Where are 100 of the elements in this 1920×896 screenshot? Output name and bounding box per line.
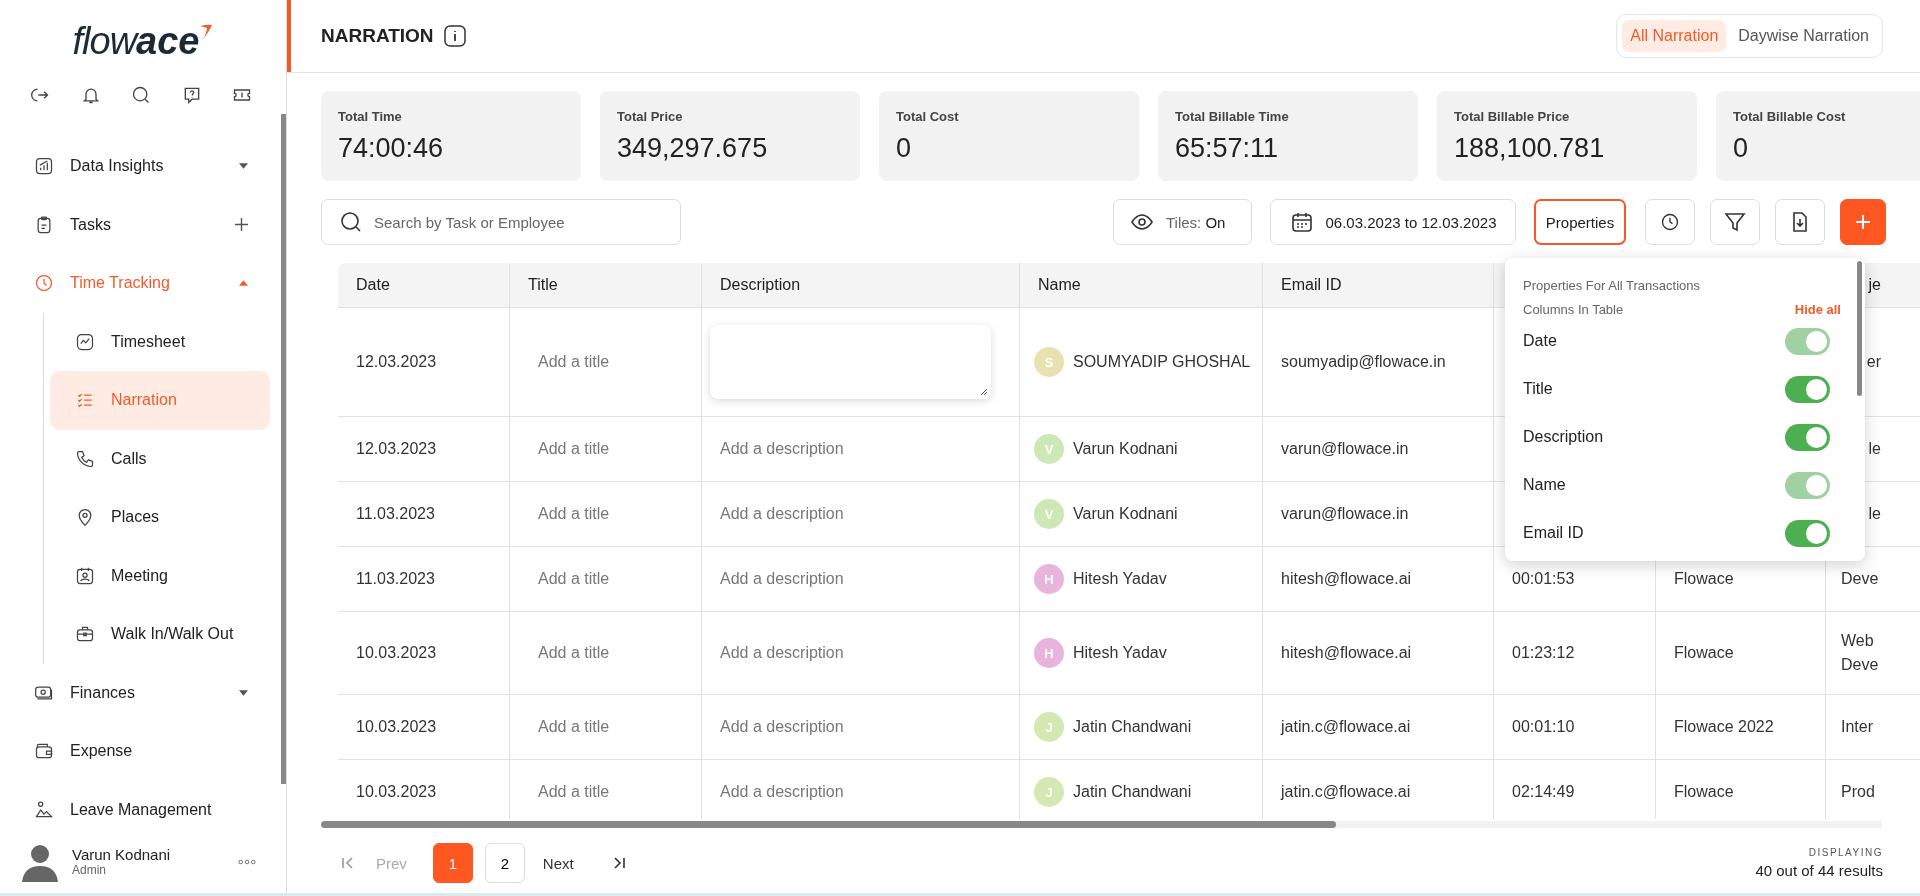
- contact-card-icon: [75, 565, 95, 586]
- toggle-label: Description: [1523, 428, 1604, 446]
- description-field[interactable]: Add a description: [720, 777, 844, 807]
- table-cell: jatin.c@flowace.ai: [1262, 695, 1493, 759]
- employee-name: Jatin Chandwani: [1073, 782, 1192, 802]
- avatar: S: [1034, 347, 1064, 377]
- nav-subitem[interactable]: Walk In/Walk Out: [50, 605, 270, 664]
- avatar: J: [1034, 712, 1064, 742]
- table-cell-text: Inter: [1841, 717, 1873, 737]
- info-icon[interactable]: [443, 25, 466, 47]
- avatar: V: [1034, 434, 1064, 464]
- toggle-switch[interactable]: [1785, 423, 1830, 451]
- table-cell: Flowace 2022: [1655, 695, 1825, 759]
- description-field[interactable]: Add a description: [720, 712, 844, 742]
- resize-handle-icon[interactable]: [980, 388, 988, 396]
- column-header: Email ID: [1262, 263, 1493, 307]
- nav-subitem[interactable]: Timesheet: [50, 312, 270, 371]
- employee-name: Varun Kodnani: [1073, 439, 1178, 459]
- date-range-picker[interactable]: 06.03.2023 to 12.03.2023: [1270, 199, 1516, 245]
- title-field[interactable]: Add a title: [509, 695, 701, 759]
- search-field[interactable]: Search by Task or Employee: [321, 199, 681, 245]
- column-header: Title: [509, 263, 701, 307]
- filter-icon: [1723, 210, 1747, 234]
- table-cell: hitesh@flowace.ai: [1262, 547, 1493, 611]
- prev-button[interactable]: Prev: [370, 853, 413, 873]
- title-field[interactable]: Add a title: [509, 308, 701, 416]
- tiles-toggle[interactable]: Tiles: On: [1113, 199, 1252, 245]
- stat-value: 349,297.675: [617, 133, 769, 164]
- description-field[interactable]: Add a description: [720, 638, 844, 668]
- search-icon[interactable]: [131, 85, 151, 105]
- download-button[interactable]: [1775, 199, 1825, 245]
- more-icon[interactable]: [238, 858, 256, 865]
- table-cell-text: 10.03.2023: [355, 717, 438, 737]
- description-field[interactable]: Add a description: [720, 434, 844, 464]
- toggle-switch[interactable]: [1785, 519, 1830, 547]
- nav-item[interactable]: Time Tracking: [0, 254, 278, 313]
- view-tab[interactable]: All Narration: [1622, 20, 1727, 52]
- stat-value: 0: [1733, 133, 1750, 164]
- nav-item[interactable]: Leave Management: [0, 780, 278, 839]
- toggle-label: Email ID: [1523, 524, 1584, 542]
- toggle-label: Name: [1523, 476, 1566, 494]
- title-field[interactable]: Add a title: [509, 612, 701, 694]
- avatar: J: [1034, 777, 1064, 807]
- table-cell-text: 12.03.2023: [355, 352, 438, 372]
- table-cell: 01:23:12: [1493, 612, 1655, 694]
- history-button[interactable]: [1645, 199, 1695, 245]
- table-cell-text: Deve: [1841, 569, 1879, 589]
- avatar: H: [1034, 564, 1064, 594]
- nav-item[interactable]: Finances: [0, 663, 278, 722]
- nav-item[interactable]: Data Insights: [0, 137, 278, 196]
- nav-subitem[interactable]: Calls: [50, 429, 270, 488]
- nav-subitem[interactable]: Narration: [50, 371, 270, 430]
- stat-value: 65:57:11: [1175, 133, 1280, 164]
- employee-name: Hitesh Yadav: [1073, 643, 1167, 663]
- description-field[interactable]: Add a description: [720, 564, 844, 594]
- toggle-switch[interactable]: [1785, 375, 1830, 403]
- first-page-icon[interactable]: [340, 855, 356, 871]
- column-header: Description: [701, 263, 1019, 307]
- stat-value: 74:00:46: [338, 133, 445, 164]
- toggle-label: Date: [1523, 332, 1557, 350]
- next-button[interactable]: Next: [536, 853, 580, 873]
- title-field[interactable]: Add a title: [509, 482, 701, 546]
- column-header: Date: [355, 275, 391, 295]
- calendar-icon: [1289, 210, 1314, 234]
- title-field[interactable]: Add a title: [509, 547, 701, 611]
- scrollbar[interactable]: [281, 114, 286, 784]
- clock-icon: [1660, 212, 1680, 232]
- displaying-label: DISPLAYING: [1808, 847, 1883, 858]
- column-header: Name: [1019, 263, 1262, 307]
- nav-subitem[interactable]: Meeting: [50, 546, 270, 605]
- toggle-label: Title: [1523, 380, 1553, 398]
- view-tab[interactable]: Daywise Narration: [1730, 20, 1877, 52]
- results-count: 40 out of 44 results: [1755, 862, 1883, 879]
- plus-icon: [235, 218, 248, 232]
- properties-button[interactable]: Properties: [1534, 199, 1626, 245]
- scrollbar[interactable]: [321, 821, 1336, 828]
- employee-name: Hitesh Yadav: [1073, 569, 1167, 589]
- add-button[interactable]: [1840, 199, 1886, 245]
- description-field[interactable]: Add a description: [720, 499, 844, 529]
- nav-subitem[interactable]: Places: [50, 488, 270, 547]
- page-button[interactable]: 2: [484, 843, 525, 883]
- table-cell-text: 10.03.2023: [355, 643, 438, 663]
- phone-icon: [75, 448, 95, 469]
- table-cell: 00:01:10: [1493, 695, 1655, 759]
- page-button[interactable]: 1: [432, 843, 473, 883]
- title-field[interactable]: Add a title: [509, 417, 701, 481]
- table-cell-text: 11.03.2023: [355, 504, 436, 524]
- page-title: NARRATION: [321, 25, 434, 47]
- scrollbar[interactable]: [1857, 261, 1862, 396]
- table-cell-text: Web Deve: [1841, 631, 1880, 675]
- nav-item[interactable]: Tasks: [0, 195, 278, 254]
- stat-label: Total Time: [338, 109, 403, 124]
- user-name: Varun Kodnani: [72, 846, 172, 863]
- table-cell-text: Prod: [1841, 782, 1875, 802]
- table-cell-text: 12.03.2023: [355, 439, 438, 459]
- nav-item[interactable]: Expense: [0, 722, 278, 781]
- landscape-icon: [34, 799, 54, 820]
- filter-button[interactable]: [1710, 199, 1760, 245]
- stat-label: Total Billable Cost: [1733, 109, 1847, 124]
- chart-icon: [34, 156, 54, 177]
